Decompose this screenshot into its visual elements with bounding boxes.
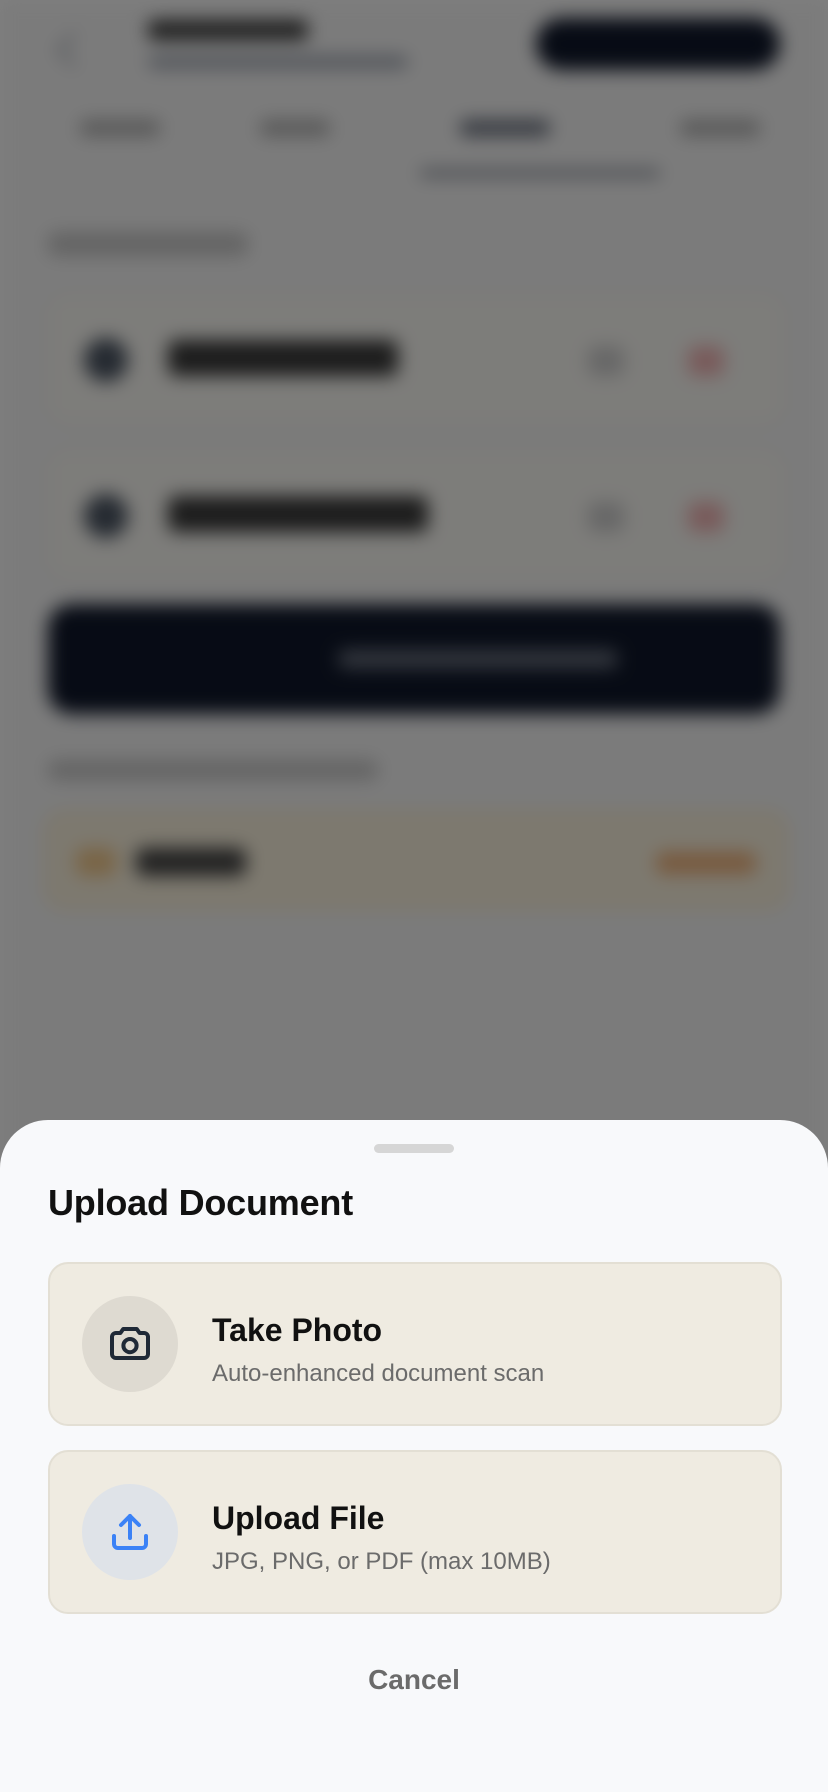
sheet-title: Upload Document [48, 1182, 354, 1223]
cancel-button[interactable]: Cancel [314, 1652, 514, 1708]
take-photo-subtitle: Auto-enhanced document scan [212, 1360, 545, 1387]
upload-file-option[interactable]: Upload File JPG, PNG, or PDF (max 10MB) [48, 1450, 782, 1614]
camera-icon [82, 1296, 178, 1392]
sheet-drag-handle[interactable] [374, 1144, 454, 1153]
upload-document-sheet: Upload Document Take Photo Auto-enhanced… [0, 1120, 828, 1792]
take-photo-option[interactable]: Take Photo Auto-enhanced document scan [48, 1262, 782, 1426]
upload-file-subtitle: JPG, PNG, or PDF (max 10MB) [212, 1548, 551, 1575]
upload-file-title: Upload File [212, 1500, 385, 1536]
take-photo-title: Take Photo [212, 1312, 383, 1348]
upload-icon [82, 1484, 178, 1580]
